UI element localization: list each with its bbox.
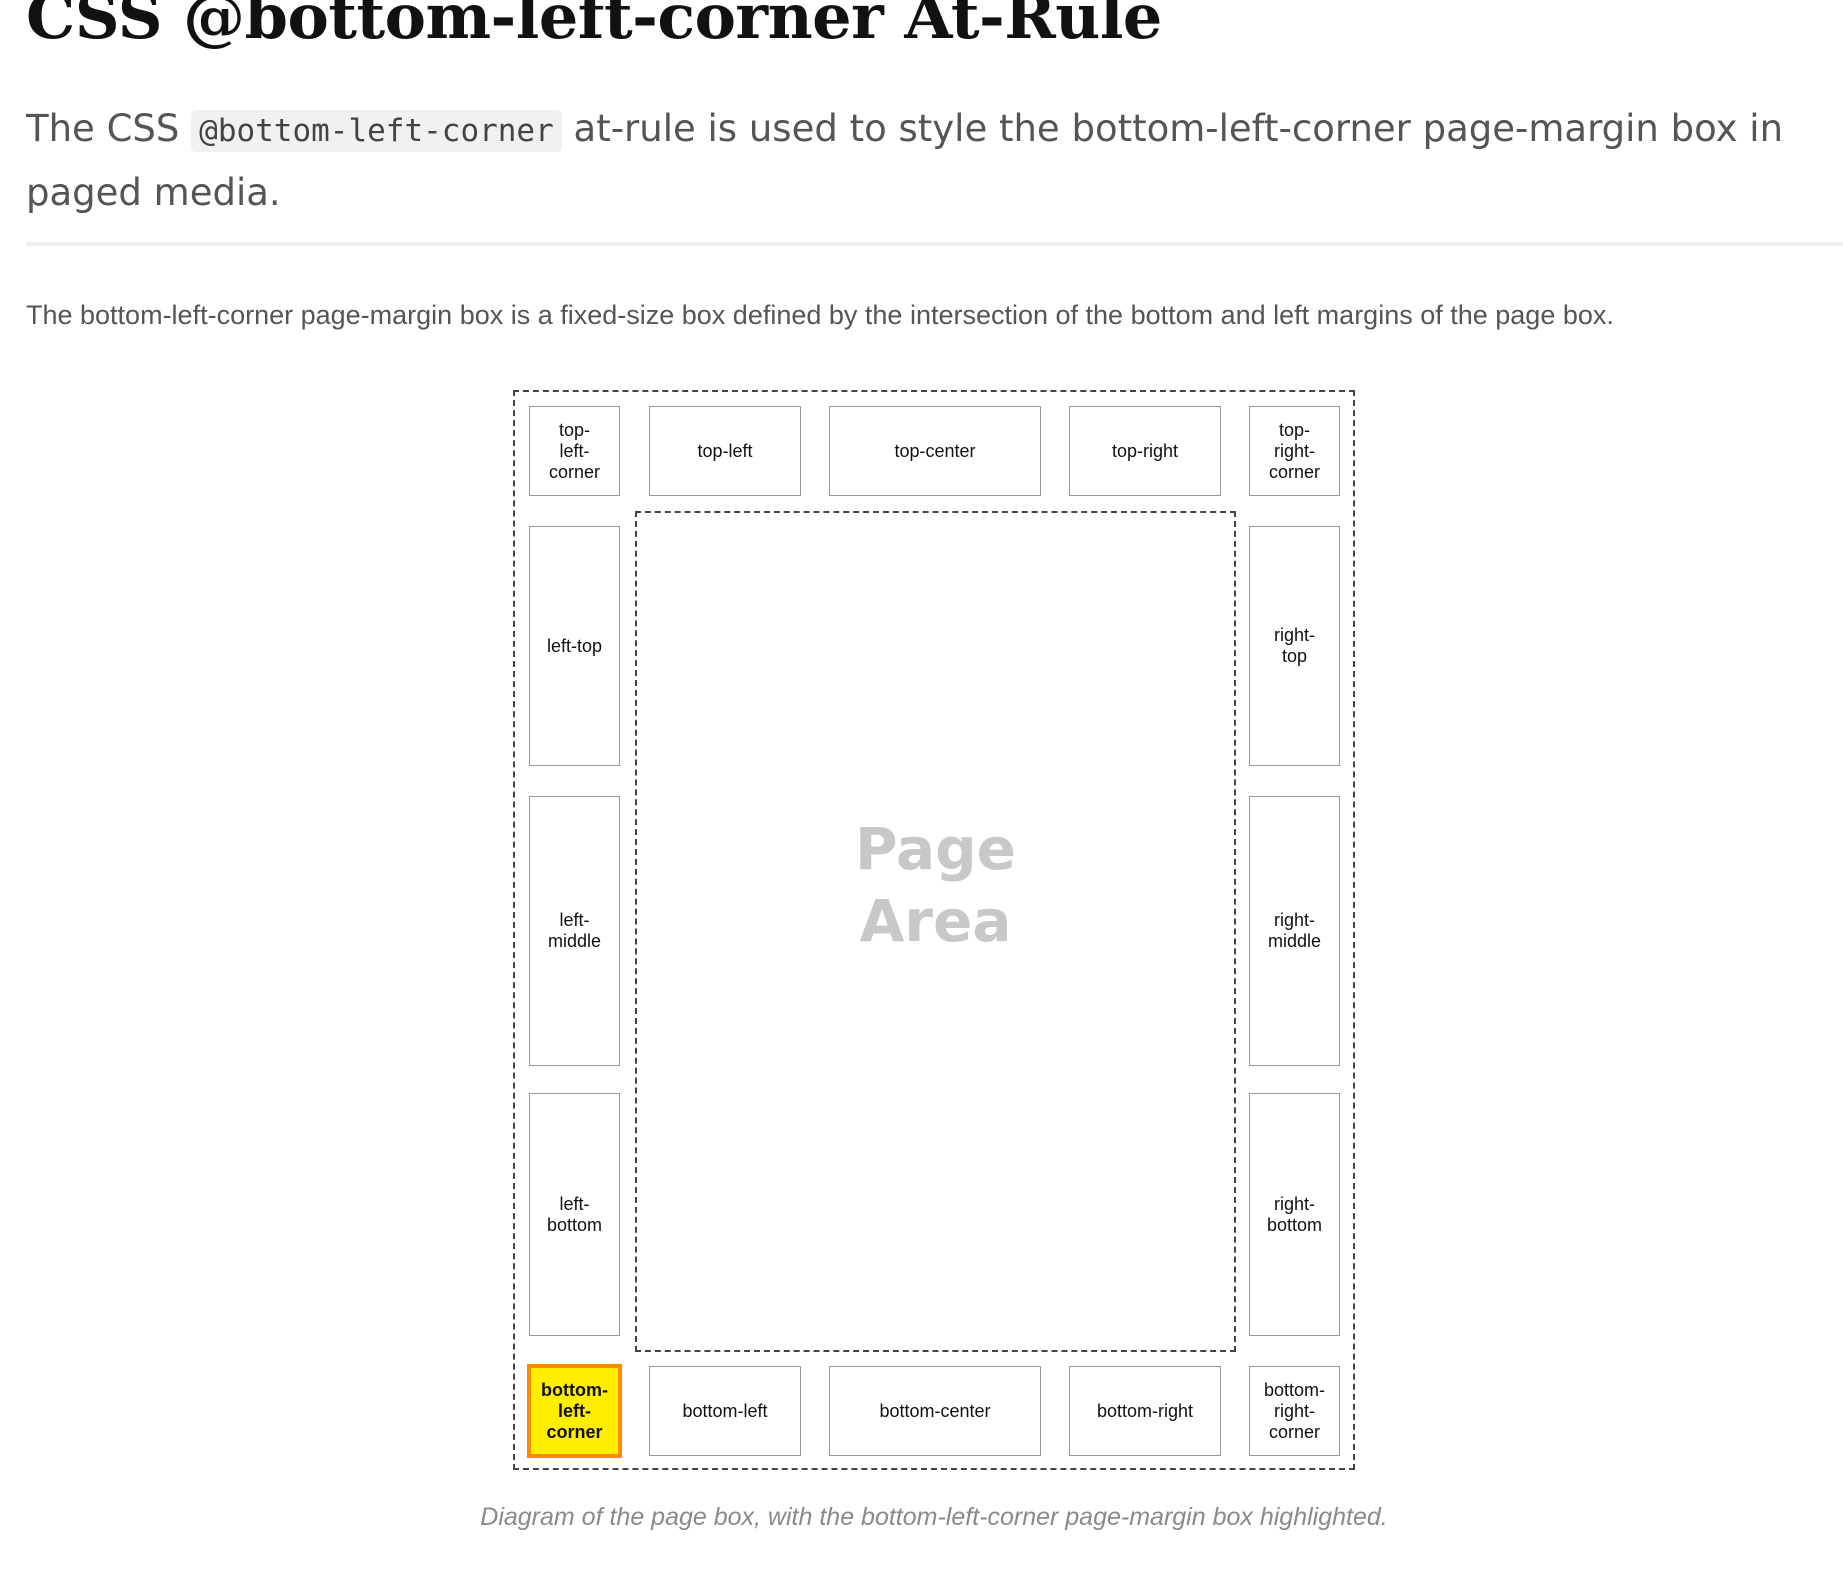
top-right-corner-box: top- right- corner xyxy=(1249,406,1340,496)
description-paragraph: The bottom-left-corner page-margin box i… xyxy=(26,300,1614,330)
top-right-box: top-right xyxy=(1069,406,1221,496)
top-center-box: top-center xyxy=(829,406,1041,496)
right-top-box: right- top xyxy=(1249,526,1340,766)
page-title: CSS @bottom-left-corner At-Rule xyxy=(26,0,1162,53)
left-middle-box: left- middle xyxy=(529,796,620,1066)
right-middle-box: right- middle xyxy=(1249,796,1340,1066)
left-bottom-box: left- bottom xyxy=(529,1093,620,1336)
top-left-box: top-left xyxy=(649,406,801,496)
bottom-right-corner-box: bottom- right- corner xyxy=(1249,1366,1340,1456)
page-area: Page Area xyxy=(635,511,1236,1352)
bottom-left-box: bottom-left xyxy=(649,1366,801,1456)
page-area-label: Page Area xyxy=(855,815,1016,955)
bottom-left-corner-box: bottom- left- corner xyxy=(527,1364,622,1458)
intro-text-before: The CSS xyxy=(26,107,192,150)
top-left-corner-box: top- left- corner xyxy=(529,406,620,496)
diagram-caption: Diagram of the page box, with the bottom… xyxy=(480,1503,1388,1531)
left-top-box: left-top xyxy=(529,526,620,766)
bottom-center-box: bottom-center xyxy=(829,1366,1041,1456)
intro-paragraph: The CSS @bottom-left-corner at-rule is u… xyxy=(26,98,1816,224)
bottom-right-box: bottom-right xyxy=(1069,1366,1221,1456)
section-divider xyxy=(26,242,1843,246)
right-bottom-box: right- bottom xyxy=(1249,1093,1340,1336)
page-box-diagram: top- left- corner top-left top-center to… xyxy=(513,390,1355,1470)
intro-code: @bottom-left-corner xyxy=(191,110,562,152)
